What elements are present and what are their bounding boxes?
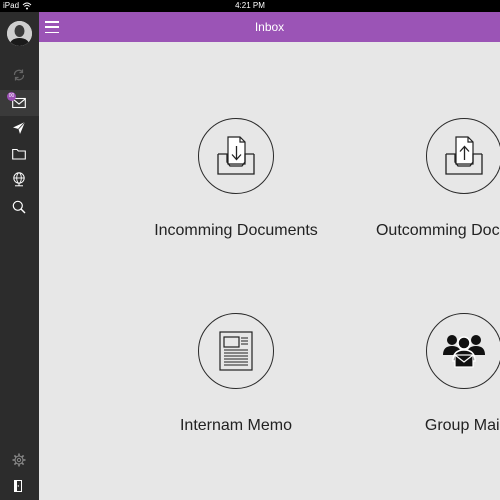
status-time: 4:21 PM bbox=[235, 1, 265, 10]
status-bar: iPad 4:21 PM bbox=[0, 0, 500, 12]
gear-icon bbox=[12, 453, 26, 467]
memo-icon bbox=[198, 313, 274, 389]
logout-icon bbox=[14, 480, 22, 492]
outgoing-document-icon bbox=[426, 118, 500, 194]
tile-label: Incomming Documents bbox=[154, 222, 318, 239]
sidebar: 00 bbox=[0, 12, 39, 500]
tile-internal-memo[interactable]: Internam Memo bbox=[136, 313, 336, 435]
unread-badge: 00 bbox=[7, 92, 16, 101]
tile-label: Outcomming Documents bbox=[375, 222, 500, 239]
folder-icon bbox=[12, 148, 26, 160]
group-mail-icon bbox=[426, 313, 500, 389]
sidebar-item-refresh[interactable] bbox=[8, 64, 30, 86]
globe-icon bbox=[13, 171, 25, 186]
sidebar-item-sent[interactable] bbox=[8, 117, 30, 139]
avatar-image bbox=[7, 21, 32, 46]
tile-incoming-documents[interactable]: Incomming Documents bbox=[136, 118, 336, 240]
tile-label: Group Mail bbox=[424, 417, 500, 434]
search-icon bbox=[12, 200, 26, 214]
tile-outgoing-documents[interactable]: Outcomming Documents bbox=[364, 118, 500, 240]
header-bar: Inbox bbox=[39, 12, 500, 42]
refresh-icon bbox=[13, 69, 25, 81]
sidebar-item-logout[interactable] bbox=[8, 475, 30, 497]
main-content: Incomming Documents Outcomming Documents bbox=[39, 42, 500, 500]
sidebar-item-search[interactable] bbox=[8, 196, 30, 218]
tile-group-mail[interactable]: Group Mail bbox=[364, 313, 500, 435]
sidebar-item-folder[interactable] bbox=[8, 143, 30, 165]
avatar[interactable] bbox=[7, 21, 32, 46]
send-icon bbox=[13, 121, 26, 134]
sidebar-item-globe[interactable] bbox=[8, 168, 30, 190]
tile-label: Internam Memo bbox=[179, 417, 293, 434]
incoming-document-icon bbox=[198, 118, 274, 194]
page-title: Inbox bbox=[254, 20, 285, 34]
sidebar-item-settings[interactable] bbox=[8, 449, 30, 471]
